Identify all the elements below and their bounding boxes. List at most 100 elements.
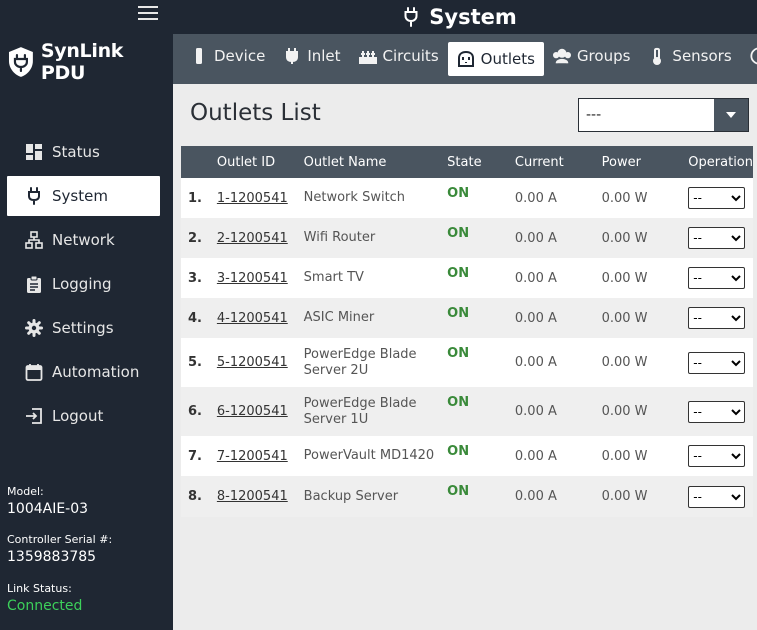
sidebar-item-logout[interactable]: Logout <box>7 396 160 436</box>
sidebar-item-status[interactable]: Status <box>7 132 160 172</box>
operation-cell: -- <box>688 476 753 517</box>
operation-select[interactable]: -- <box>688 400 746 423</box>
outlet-current: 0.00 A <box>514 190 557 206</box>
operation-select[interactable]: -- <box>688 187 746 209</box>
outlet-power: 0.00 W <box>601 404 648 419</box>
operation-select[interactable]: -- <box>688 445 746 467</box>
outlet-power: 0.00 W <box>601 270 648 286</box>
operation-select[interactable]: -- <box>688 485 746 508</box>
filter-dropdown-button[interactable] <box>714 99 748 131</box>
sidebar-item-label: Network <box>52 231 115 249</box>
serial-value: 1359883785 <box>7 549 97 565</box>
tab-sensors[interactable]: Sensors <box>639 35 740 76</box>
header: System <box>173 0 757 34</box>
outlet-name: PowerVault MD1420 <box>303 448 435 463</box>
thermometer-icon <box>653 47 662 65</box>
outlet-state: ON <box>447 484 470 499</box>
outlet-current: 0.00 A <box>514 489 557 504</box>
operation-select[interactable]: -- <box>688 227 746 249</box>
sidebar-item-system[interactable]: System <box>7 176 160 216</box>
outlet-id-link[interactable]: 2-1200541 <box>217 218 304 258</box>
operation-select[interactable]: -- <box>688 351 746 374</box>
operation-cell: -- <box>688 387 753 436</box>
outlet-power: 0.00 W <box>601 190 648 206</box>
serial-label: Controller Serial #: <box>7 533 113 546</box>
outlet-state: ON <box>447 306 470 321</box>
sidebar-item-label: Status <box>52 143 100 161</box>
table-row: 6. 6-1200541 PowerEdge Blade Server 1U ON 0.… <box>181 387 753 436</box>
chevron-down-icon <box>726 112 736 118</box>
operation-cell: -- <box>688 298 753 338</box>
logout-icon <box>26 408 42 424</box>
row-index: 2. <box>188 230 202 246</box>
outlet-id-link[interactable]: 4-1200541 <box>217 298 304 338</box>
outlet-power: 0.00 W <box>601 310 648 326</box>
row-index: 3. <box>188 270 202 286</box>
link-status-info: Link Status: Connected <box>7 582 82 614</box>
table-header-row: Outlet ID Outlet Name State Current Powe… <box>181 146 753 178</box>
outlet-power: 0.00 W <box>601 448 648 464</box>
plug-icon <box>286 47 299 64</box>
outlet-id-link[interactable]: 8-1200541 <box>217 476 304 517</box>
sidebar-item-settings[interactable]: Settings <box>7 308 160 348</box>
row-index: 6. <box>188 404 202 419</box>
operation-cell: -- <box>688 218 753 258</box>
sidebar: SynLink PDU Status System Network Loggin… <box>0 0 173 630</box>
operation-select[interactable]: -- <box>688 267 746 289</box>
sidebar-item-label: Logout <box>52 407 104 425</box>
operation-select[interactable]: -- <box>688 307 746 329</box>
tab-inlet[interactable]: Inlet <box>274 35 349 76</box>
outlet-power: 0.00 W <box>601 489 648 504</box>
outlet-state: ON <box>447 186 470 201</box>
model-info: Model: 1004AIE-03 <box>7 485 88 517</box>
outlet-icon <box>457 50 474 67</box>
calendar-icon <box>25 364 43 381</box>
outlet-state: ON <box>447 226 470 241</box>
gear-icon <box>25 319 43 337</box>
menu-toggle-icon[interactable] <box>138 6 158 22</box>
table-row: 1. 1-1200541 Network Switch ON 0.00 A 0.00 W -… <box>181 178 753 218</box>
row-index: 7. <box>188 448 202 464</box>
groups-icon <box>552 48 571 63</box>
tab-circuits[interactable]: Circuits <box>350 35 448 76</box>
column-header-operation: Operation <box>688 154 753 170</box>
outlet-id-link[interactable]: 1-1200541 <box>217 178 304 218</box>
tab-groups[interactable]: Groups <box>544 35 639 76</box>
dashboard-icon <box>26 144 42 160</box>
outlet-name: Backup Server <box>303 488 399 504</box>
outlet-name: PowerEdge Blade Server 1U <box>303 395 417 427</box>
operation-cell: -- <box>688 258 753 298</box>
tab-device[interactable]: Device <box>181 35 274 76</box>
outlet-id-link[interactable]: 3-1200541 <box>217 258 304 298</box>
outlet-name: PowerEdge Blade Server 2U <box>303 346 417 378</box>
sidebar-item-label: Settings <box>52 319 114 337</box>
outlet-state: ON <box>447 444 470 459</box>
outlet-state: ON <box>447 346 470 361</box>
sidebar-item-logging[interactable]: Logging <box>7 264 160 304</box>
plug-icon <box>28 187 40 205</box>
outlet-current: 0.00 A <box>514 355 557 370</box>
sidebar-item-label: Automation <box>52 363 140 381</box>
shield-plug-icon <box>8 47 33 77</box>
tab-schedule[interactable] <box>741 35 757 76</box>
sidebar-nav: Status System Network Logging Settings A… <box>7 132 160 440</box>
sidebar-item-network[interactable]: Network <box>7 220 160 260</box>
model-label: Model: <box>7 485 44 498</box>
brand: SynLink PDU <box>7 40 173 84</box>
operation-cell: -- <box>688 338 753 387</box>
row-index: 1. <box>188 190 202 206</box>
outlet-current: 0.00 A <box>514 270 557 286</box>
link-status-value: Connected <box>7 598 83 614</box>
outlets-table: Outlet ID Outlet Name State Current Powe… <box>181 146 753 517</box>
outlet-id-link[interactable]: 6-1200541 <box>217 387 304 436</box>
outlet-filter-select[interactable]: --- <box>578 98 749 132</box>
table-row: 8. 8-1200541 Backup Server ON 0.00 A 0.00 W -- <box>181 476 753 517</box>
column-header-outlet-id: Outlet ID <box>216 154 276 170</box>
tab-outlets[interactable]: Outlets <box>447 42 544 76</box>
outlet-id-link[interactable]: 5-1200541 <box>217 338 304 387</box>
sidebar-item-automation[interactable]: Automation <box>7 352 160 392</box>
outlet-id-link[interactable]: 7-1200541 <box>217 436 304 476</box>
outlet-state: ON <box>447 266 470 281</box>
brand-name: SynLink PDU <box>40 40 124 84</box>
column-header-power: Power <box>601 154 641 170</box>
